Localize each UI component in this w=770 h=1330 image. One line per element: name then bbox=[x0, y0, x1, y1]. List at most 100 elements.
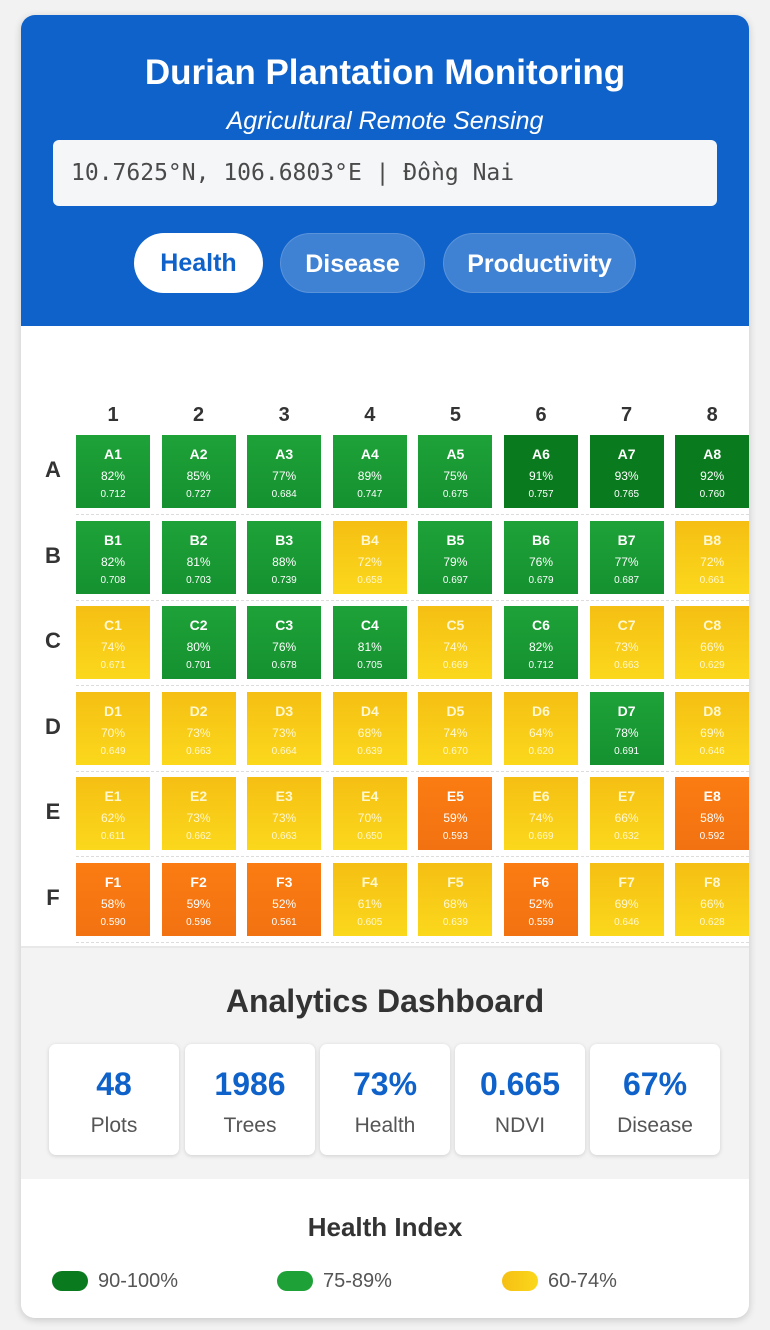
plot-cell-f6[interactable]: F6 52% 0.559 bbox=[504, 863, 578, 936]
plot-cell-d8[interactable]: D8 69% 0.646 bbox=[675, 691, 749, 765]
plot-health: 74% bbox=[443, 640, 468, 655]
plot-cell-c4[interactable]: C4 81% 0.705 bbox=[332, 606, 407, 680]
plot-id: C5 bbox=[446, 617, 465, 634]
plot-id: A7 bbox=[617, 446, 636, 462]
plot-health: 72% bbox=[357, 554, 382, 569]
plot-cell-c3[interactable]: C3 76% 0.678 bbox=[247, 606, 322, 680]
legend-title: Health Index bbox=[307, 1212, 463, 1242]
plot-ndvi: 0.663 bbox=[614, 660, 640, 672]
plot-health: 62% bbox=[100, 811, 126, 826]
column-header: 3 bbox=[278, 404, 290, 426]
plot-cell-f3[interactable]: F3 52% 0.561 bbox=[247, 863, 322, 936]
tab-productivity[interactable]: Productivity bbox=[443, 233, 636, 293]
plot-cell-e1[interactable]: E1 62% 0.611 bbox=[76, 777, 150, 851]
plot-health: 58% bbox=[100, 897, 126, 911]
plot-cell-b8[interactable]: B8 72% 0.661 bbox=[675, 520, 749, 594]
coordinates-field[interactable]: 10.7625°N, 106.6803°E | Đồng Nai bbox=[53, 140, 717, 206]
plot-cell-d6[interactable]: D6 64% 0.620 bbox=[504, 691, 578, 765]
plot-ndvi: 0.703 bbox=[186, 574, 212, 586]
plot-cell-e6[interactable]: E6 74% 0.669 bbox=[504, 777, 578, 851]
plot-health: 82% bbox=[100, 554, 126, 569]
plot-cell-d7[interactable]: D7 78% 0.691 bbox=[589, 691, 664, 765]
plot-cell-c2[interactable]: C2 80% 0.701 bbox=[161, 606, 236, 680]
plot-cell-f7[interactable]: F7 69% 0.646 bbox=[589, 863, 664, 936]
plot-id: D2 bbox=[189, 702, 208, 719]
plot-ndvi: 0.561 bbox=[271, 917, 297, 928]
plot-cell-e5[interactable]: E5 59% 0.593 bbox=[418, 777, 493, 851]
plot-cell-a4[interactable]: A4 89% 0.747 bbox=[332, 435, 407, 508]
plot-id: E4 bbox=[361, 788, 379, 805]
plot-cell-c1[interactable]: C1 74% 0.671 bbox=[76, 606, 150, 680]
plot-cell-a6[interactable]: A6 91% 0.757 bbox=[504, 435, 578, 508]
plot-health: 74% bbox=[443, 725, 468, 740]
plot-id: C3 bbox=[275, 617, 294, 634]
plot-id: C2 bbox=[189, 617, 208, 634]
plot-cell-b2[interactable]: B2 81% 0.703 bbox=[161, 520, 236, 594]
plot-cell-b6[interactable]: B6 76% 0.679 bbox=[504, 520, 578, 594]
plot-health: 66% bbox=[700, 897, 725, 911]
plot-cell-d2[interactable]: D2 73% 0.663 bbox=[161, 691, 236, 765]
plot-ndvi: 0.649 bbox=[100, 745, 126, 757]
plot-ndvi: 0.629 bbox=[699, 660, 725, 672]
plot-cell-a3[interactable]: A3 77% 0.684 bbox=[247, 435, 322, 508]
plot-cell-b5[interactable]: B5 79% 0.697 bbox=[418, 520, 493, 594]
plot-id: D5 bbox=[446, 702, 465, 719]
plot-cell-f1[interactable]: F1 58% 0.590 bbox=[76, 863, 150, 936]
plot-cell-d5[interactable]: D5 74% 0.670 bbox=[418, 691, 493, 765]
plot-health: 81% bbox=[357, 640, 382, 655]
plot-cell-b4[interactable]: B4 72% 0.658 bbox=[332, 520, 407, 594]
plot-cell-d4[interactable]: D4 68% 0.639 bbox=[332, 691, 407, 765]
plot-health: 74% bbox=[528, 811, 554, 826]
plot-cell-a7[interactable]: A7 93% 0.765 bbox=[589, 435, 664, 508]
plot-cell-e7[interactable]: E7 66% 0.632 bbox=[589, 777, 664, 851]
plot-health: 52% bbox=[528, 897, 554, 911]
row-header: E bbox=[45, 799, 61, 825]
plot-ndvi: 0.658 bbox=[357, 574, 383, 586]
plot-ndvi: 0.628 bbox=[699, 917, 725, 928]
plot-cell-e3[interactable]: E3 73% 0.663 bbox=[247, 777, 322, 851]
plot-cell-b3[interactable]: B3 88% 0.739 bbox=[247, 520, 322, 594]
plot-ndvi: 0.727 bbox=[186, 489, 212, 500]
plot-cell-c5[interactable]: C5 74% 0.669 bbox=[418, 606, 493, 680]
tab-disease[interactable]: Disease bbox=[280, 233, 425, 293]
tab-health[interactable]: Health bbox=[134, 233, 263, 293]
plot-cell-a2[interactable]: A2 85% 0.727 bbox=[161, 435, 236, 508]
plot-cell-d1[interactable]: D1 70% 0.649 bbox=[76, 691, 150, 765]
plot-cell-d3[interactable]: D3 73% 0.664 bbox=[247, 691, 322, 765]
legend-swatch bbox=[502, 1271, 538, 1291]
plot-ndvi: 0.679 bbox=[528, 574, 554, 586]
plot-cell-e8[interactable]: E8 58% 0.592 bbox=[675, 777, 749, 851]
stat-value: 73% bbox=[352, 1066, 418, 1102]
plot-id: F1 bbox=[104, 874, 122, 890]
plot-cell-f2[interactable]: F2 59% 0.596 bbox=[161, 863, 236, 936]
plot-cell-a1[interactable]: A1 82% 0.712 bbox=[76, 435, 150, 508]
plot-ndvi: 0.611 bbox=[100, 831, 126, 843]
plot-health: 59% bbox=[443, 811, 468, 826]
column-header: 1 bbox=[107, 404, 119, 426]
plot-cell-e4[interactable]: E4 70% 0.650 bbox=[332, 777, 407, 851]
plot-id: A3 bbox=[275, 446, 294, 462]
plot-cell-b1[interactable]: B1 82% 0.708 bbox=[76, 520, 150, 594]
plot-cell-a5[interactable]: A5 75% 0.675 bbox=[418, 435, 493, 508]
plot-ndvi: 0.590 bbox=[100, 917, 126, 928]
plot-cell-b7[interactable]: B7 77% 0.687 bbox=[589, 520, 664, 594]
stat-card-disease: 67% Disease bbox=[590, 1044, 720, 1155]
stat-value: 1986 bbox=[214, 1066, 286, 1102]
plot-grid: 1 2 3 4 5 6 7 8 A A1 82% 0.712 A2 85% 0.727 A3 77% 0.684 A… bbox=[21, 326, 749, 946]
plot-cell-a8[interactable]: A8 92% 0.760 bbox=[675, 435, 749, 508]
plot-health: 72% bbox=[700, 554, 725, 569]
stat-card-ndvi: 0.665 NDVI bbox=[455, 1044, 585, 1155]
plot-cell-f5[interactable]: F5 68% 0.639 bbox=[418, 863, 493, 936]
grid-divider bbox=[76, 942, 749, 943]
plot-cell-e2[interactable]: E2 73% 0.662 bbox=[161, 777, 236, 851]
plot-ndvi: 0.662 bbox=[186, 831, 212, 843]
plot-cell-c7[interactable]: C7 73% 0.663 bbox=[589, 606, 664, 680]
plot-cell-f8[interactable]: F8 66% 0.628 bbox=[675, 863, 749, 936]
plot-health: 73% bbox=[272, 811, 297, 826]
plot-cell-c8[interactable]: C8 66% 0.629 bbox=[675, 606, 749, 680]
plot-id: C1 bbox=[104, 617, 122, 634]
plot-cell-f4[interactable]: F4 61% 0.605 bbox=[332, 863, 407, 936]
plot-cell-c6[interactable]: C6 82% 0.712 bbox=[504, 606, 578, 680]
stat-label: Trees bbox=[223, 1114, 277, 1137]
plot-health: 85% bbox=[186, 469, 211, 483]
